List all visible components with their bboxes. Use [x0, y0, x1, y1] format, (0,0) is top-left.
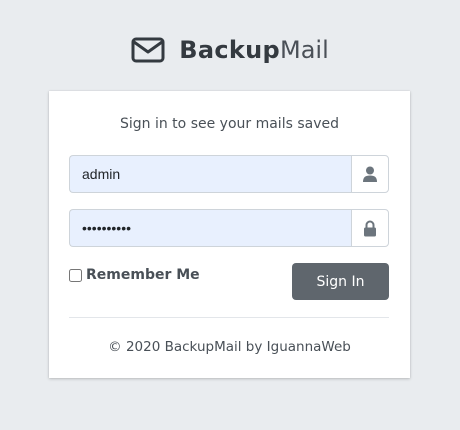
lock-icon: [364, 220, 376, 236]
remember-label[interactable]: Remember Me: [86, 267, 200, 283]
app-logo: Backup Mail: [0, 36, 460, 64]
username-input[interactable]: [69, 155, 351, 193]
brand-name-bold: Backup: [179, 36, 280, 64]
username-group: [69, 155, 389, 193]
login-message: Sign in to see your mails saved: [119, 116, 339, 132]
password-group: [69, 209, 389, 247]
password-addon: [351, 209, 389, 247]
divider: [69, 317, 389, 318]
remember-me: Remember Me: [69, 267, 200, 283]
remember-checkbox[interactable]: [69, 268, 82, 282]
password-input[interactable]: [69, 209, 351, 247]
footer-text: © 2020 BackupMail by IguannaWeb: [108, 339, 351, 355]
sign-in-button[interactable]: Sign In: [292, 263, 389, 300]
user-icon: [363, 166, 377, 182]
brand-name-light: Mail: [280, 36, 329, 64]
login-card: Sign in to see your mails saved Remember…: [49, 91, 410, 378]
envelope-icon: [131, 37, 165, 63]
username-addon: [351, 155, 389, 193]
